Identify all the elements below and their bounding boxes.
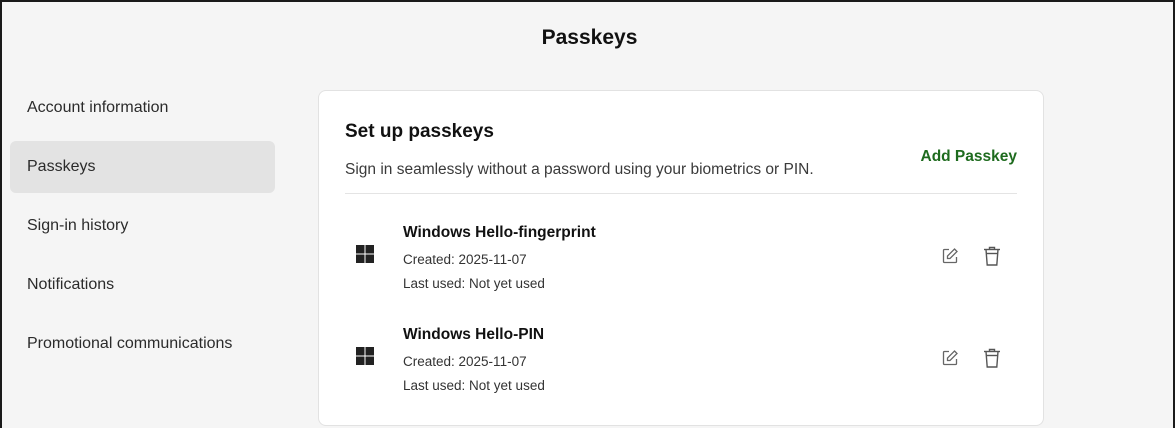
passkey-created: Created: 2025-11-07 — [403, 354, 527, 369]
passkey-row: Windows Hello-PIN Created: 2025-11-07 La… — [345, 324, 1017, 402]
sidebar-item-sign-in-history[interactable]: Sign-in history — [10, 200, 275, 252]
sidebar-item-label: Promotional communications — [27, 335, 233, 352]
trash-icon[interactable] — [982, 347, 1002, 369]
sidebar-item-account-information[interactable]: Account information — [10, 82, 275, 134]
passkeys-card: Set up passkeys Sign in seamlessly witho… — [318, 90, 1044, 426]
card-subtitle: Sign in seamlessly without a password us… — [345, 161, 814, 178]
windows-icon — [356, 347, 374, 365]
divider — [345, 193, 1017, 194]
passkey-row: Windows Hello-fingerprint Created: 2025-… — [345, 222, 1017, 300]
sidebar-item-notifications[interactable]: Notifications — [10, 259, 275, 311]
sidebar-item-label: Notifications — [27, 276, 115, 293]
sidebar-item-label: Account information — [27, 99, 169, 116]
edit-icon[interactable] — [941, 247, 959, 265]
page-title: Passkeys — [541, 26, 638, 49]
passkey-name: Windows Hello-fingerprint — [403, 224, 596, 241]
passkey-last-used: Last used: Not yet used — [403, 276, 545, 291]
windows-icon — [356, 245, 374, 263]
passkey-created: Created: 2025-11-07 — [403, 252, 527, 267]
add-passkey-button[interactable]: Add Passkey — [921, 148, 1018, 166]
sidebar: Account information Passkeys Sign-in his… — [10, 82, 275, 377]
edit-icon[interactable] — [941, 349, 959, 367]
trash-icon[interactable] — [982, 245, 1002, 267]
passkey-name: Windows Hello-PIN — [403, 326, 545, 343]
sidebar-item-label: Sign-in history — [27, 217, 129, 234]
sidebar-item-passkeys[interactable]: Passkeys — [10, 141, 275, 193]
passkey-last-used: Last used: Not yet used — [403, 378, 545, 393]
sidebar-item-label: Passkeys — [27, 158, 96, 175]
app-window: Passkeys Account information Passkeys Si… — [0, 0, 1175, 428]
sidebar-item-promotional-communications[interactable]: Promotional communications — [10, 318, 275, 370]
card-title: Set up passkeys — [345, 121, 494, 142]
